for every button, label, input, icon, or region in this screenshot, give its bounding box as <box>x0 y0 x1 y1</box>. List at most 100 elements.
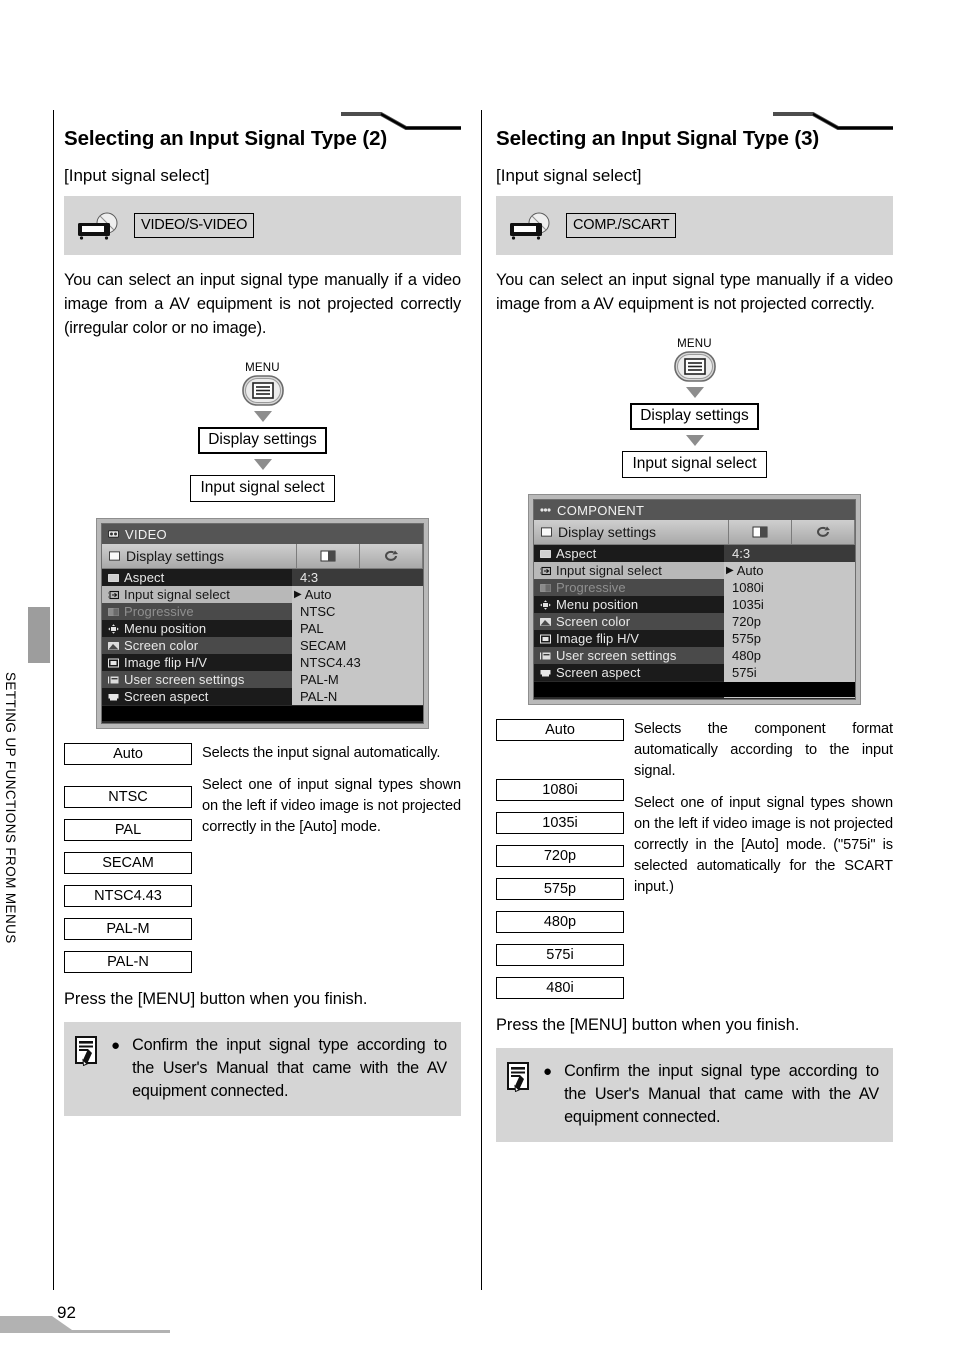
osd-value-column: 4:3 ▶ Auto 1080i 1035i 720p 575p 480p 57… <box>724 545 855 698</box>
osd-row-label: User screen settings <box>556 648 677 663</box>
title-decoration <box>341 112 461 130</box>
osd-option[interactable]: NTSC4.43 <box>292 654 423 671</box>
osd-option[interactable]: 1080i <box>724 579 855 596</box>
osd-row[interactable]: Menu position <box>534 596 724 613</box>
manual-page: SETTING UP FUNCTIONS FROM MENUS 92 Selec… <box>0 0 954 1352</box>
menu-button-icon[interactable] <box>241 375 284 406</box>
osd-row[interactable]: Aspect <box>534 545 724 562</box>
aspect-icon <box>540 549 551 558</box>
osd-row[interactable]: Image flip H/V <box>102 654 292 671</box>
video-source-icon <box>108 530 119 538</box>
option-box[interactable]: Auto <box>496 719 624 741</box>
osd-option[interactable]: 720p <box>724 613 855 630</box>
flow-arrow-down-icon <box>253 459 272 470</box>
osd-tab-display-settings[interactable]: Display settings <box>102 544 297 568</box>
osd-option[interactable]: 575i <box>724 664 855 681</box>
option-box[interactable]: NTSC <box>64 786 192 808</box>
osd-row-label: Menu position <box>556 597 639 612</box>
osd-row[interactable]: Screen color <box>534 613 724 630</box>
description-text: Selects the input signal automatically. <box>202 745 441 761</box>
flow-step-input-signal-select[interactable]: Input signal select <box>190 475 335 502</box>
progressive-icon <box>108 607 119 616</box>
display-settings-icon <box>541 527 552 537</box>
osd-source-label: COMPONENT <box>557 502 645 518</box>
page-subtitle: [Input signal select] <box>64 166 210 185</box>
osd-row-label: Image flip H/V <box>124 655 208 670</box>
section-tab-marker <box>28 607 50 663</box>
osd-option[interactable]: PAL <box>292 620 423 637</box>
osd-row-label: Input signal select <box>124 587 230 602</box>
osd-row[interactable]: Menu position <box>102 620 292 637</box>
image-flip-icon <box>108 658 119 667</box>
osd-row-label: User screen settings <box>124 672 245 687</box>
column-component: Selecting an Input Signal Type (3) [Inpu… <box>496 110 893 1142</box>
osd-option[interactable]: SECAM <box>292 637 423 654</box>
osd-option[interactable]: 480p <box>724 647 855 664</box>
flow-step-input-signal-select[interactable]: Input signal select <box>622 451 767 478</box>
osd-option[interactable]: 575p <box>724 630 855 647</box>
option-box[interactable]: PAL-M <box>64 918 192 940</box>
user-screen-icon <box>108 676 119 683</box>
osd-row[interactable]: User screen settings <box>102 671 292 688</box>
osd-footer-bar <box>534 682 855 697</box>
osd-row[interactable]: Progressive <box>102 603 292 620</box>
osd-option[interactable]: PAL-M <box>292 671 423 688</box>
option-table: Auto 1080i 1035i 720p 575p 480p 575i 480… <box>496 719 893 999</box>
option-box[interactable]: Auto <box>64 743 192 765</box>
note-text: Confirm the input signal type according … <box>564 1062 879 1126</box>
osd-row[interactable]: Progressive <box>534 579 724 596</box>
osd-row[interactable]: Screen aspect <box>534 664 724 681</box>
option-box[interactable]: 575p <box>496 878 624 900</box>
option-box[interactable]: PAL-N <box>64 951 192 973</box>
note-memo-icon <box>507 1060 533 1129</box>
osd-tab-row: Display settings <box>534 520 855 545</box>
screen-color-icon <box>108 641 119 650</box>
osd-tab-label: Display settings <box>558 524 657 540</box>
osd-footer-bar <box>102 706 423 721</box>
osd-row[interactable]: Screen color <box>102 637 292 654</box>
title-block: Selecting an Input Signal Type (3) <box>496 110 893 164</box>
description-text: Select one of input signal types shown o… <box>202 777 461 835</box>
osd-tab-reset[interactable] <box>792 520 855 544</box>
option-box[interactable]: PAL <box>64 819 192 841</box>
osd-row-label: Progressive <box>124 604 194 619</box>
menu-button-icon[interactable] <box>673 351 716 382</box>
option-box[interactable]: 1080i <box>496 779 624 801</box>
osd-option[interactable]: PAL-N <box>292 688 423 705</box>
flow-step-display-settings[interactable]: Display settings <box>630 403 759 430</box>
description-list: Selects the component format automatical… <box>624 719 893 999</box>
osd-option[interactable]: NTSC <box>292 603 423 620</box>
osd-option[interactable]: 1035i <box>724 596 855 613</box>
option-table: Auto NTSC PAL SECAM NTSC4.43 PAL-M PAL-N… <box>64 743 461 973</box>
flow-arrow-down-icon <box>685 435 704 446</box>
osd-aspect-value: 4:3 <box>292 569 423 586</box>
screen-aspect-icon <box>108 693 119 700</box>
osd-row[interactable]: Image flip H/V <box>534 630 724 647</box>
option-box[interactable]: SECAM <box>64 852 192 874</box>
osd-selected-value[interactable]: ▶ Auto <box>724 562 855 579</box>
osd-tab-image-adjust[interactable] <box>729 520 792 544</box>
menu-position-icon <box>540 599 551 610</box>
column-divider-rule <box>481 110 482 1290</box>
osd-row[interactable]: User screen settings <box>534 647 724 664</box>
osd-tab-display-settings[interactable]: Display settings <box>534 520 729 544</box>
osd-row[interactable]: Screen aspect <box>102 688 292 705</box>
option-box[interactable]: 575i <box>496 944 624 966</box>
option-box[interactable]: 480i <box>496 977 624 999</box>
osd-tab-image-adjust[interactable] <box>297 544 360 568</box>
option-box[interactable]: 480p <box>496 911 624 933</box>
osd-row-label: Progressive <box>556 580 626 595</box>
osd-selected-value[interactable]: ▶ Auto <box>292 586 423 603</box>
screen-color-icon <box>540 617 551 626</box>
osd-row[interactable]: Aspect <box>102 569 292 586</box>
option-box[interactable]: NTSC4.43 <box>64 885 192 907</box>
osd-row-label: Screen color <box>556 614 631 629</box>
option-box[interactable]: 720p <box>496 845 624 867</box>
option-list: Auto NTSC PAL SECAM NTSC4.43 PAL-M PAL-N <box>64 743 192 973</box>
flow-step-display-settings[interactable]: Display settings <box>198 427 327 454</box>
osd-tab-reset[interactable] <box>360 544 423 568</box>
option-box[interactable]: 1035i <box>496 812 624 834</box>
osd-row[interactable]: Input signal select <box>102 586 292 603</box>
osd-row[interactable]: Input signal select <box>534 562 724 579</box>
progressive-icon <box>540 583 551 592</box>
